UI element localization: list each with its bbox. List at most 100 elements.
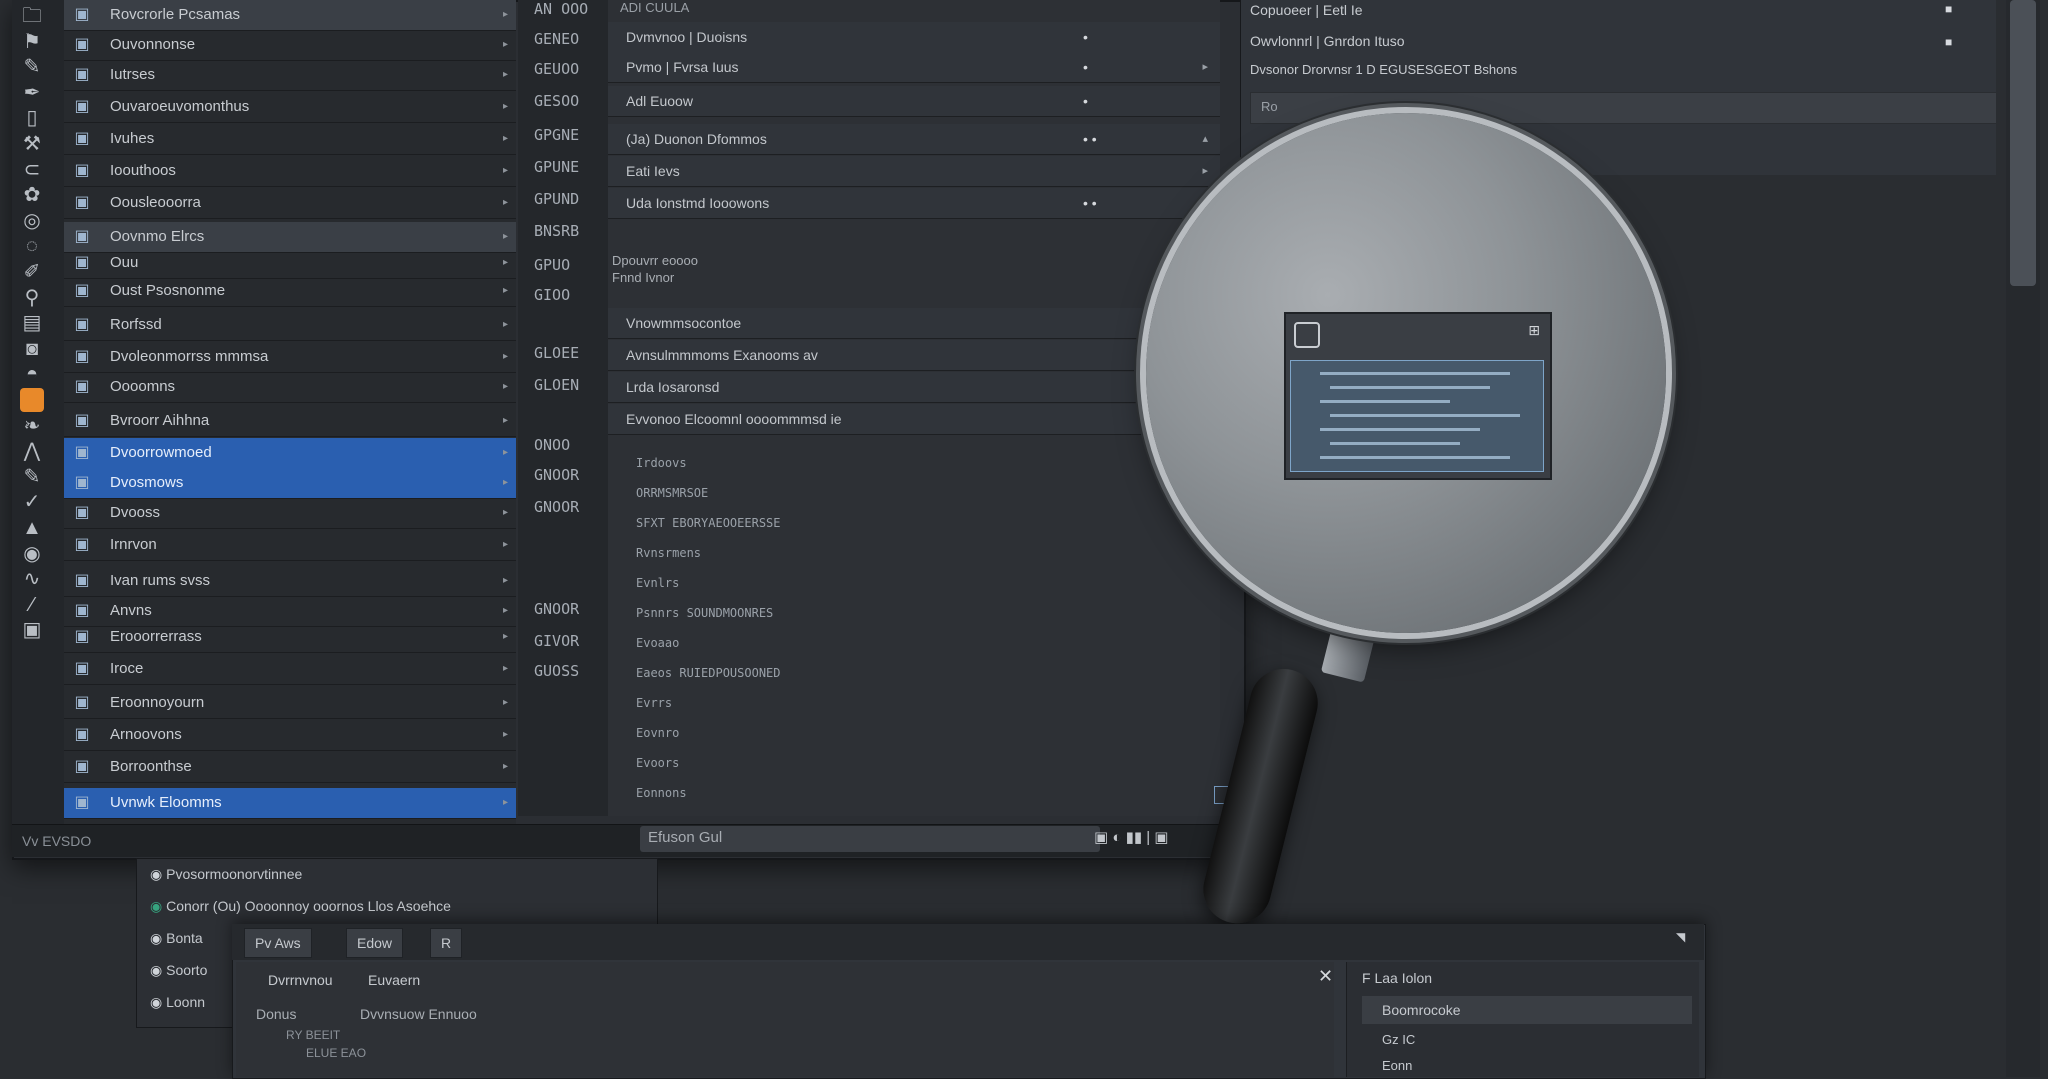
leaf-icon[interactable]: ❧ xyxy=(20,414,44,438)
status-search-field[interactable]: Efuson Gul xyxy=(640,826,1100,852)
chevron-icon[interactable]: ▸ xyxy=(503,752,508,782)
pin-icon[interactable]: ✎ xyxy=(20,55,44,79)
chevron-icon[interactable]: ▸ xyxy=(503,720,508,750)
tree-item[interactable]: ▣ Ivuhes ▸ xyxy=(64,124,516,155)
person-icon[interactable]: ⚲ xyxy=(20,286,44,310)
doc-icon[interactable]: ▯ xyxy=(20,106,44,130)
lower-left-row[interactable]: ◉ Pvosormoonorvtinnee xyxy=(150,866,302,883)
bottom-side-item[interactable]: Gz IC xyxy=(1382,1032,1415,1047)
lower-left-row[interactable]: ◉ Loonn xyxy=(150,994,205,1011)
tree-item[interactable]: ▣ Oust Psosnonme ▸ xyxy=(64,276,516,307)
image-icon[interactable]: ▣ xyxy=(20,618,44,642)
bottom-dialog-tab[interactable]: Edow xyxy=(346,928,404,958)
user-icon[interactable]: ◓ xyxy=(20,362,44,386)
chevron-icon[interactable]: ▸ xyxy=(503,30,508,60)
tree-item[interactable]: ▣ Eroonnoyourn ▸ xyxy=(64,688,516,719)
property-row[interactable]: Avnsulmmmoms Exanooms av xyxy=(608,340,1220,371)
bottom-dialog-close-icon[interactable]: ✕ xyxy=(1318,966,1333,987)
chevron-icon[interactable]: ▸ xyxy=(503,310,508,340)
property-row[interactable]: Adl Euoow • xyxy=(608,86,1220,117)
chevron-icon[interactable]: ▸ xyxy=(503,342,508,372)
database-icon[interactable]: ▤ xyxy=(20,311,44,335)
property-row[interactable]: Lrda Iosaronsd xyxy=(608,372,1220,403)
bottom-dialog-menu-icon[interactable]: ◥ xyxy=(1676,930,1685,944)
tree-item[interactable]: ▣ Ouu ▸ xyxy=(64,248,516,279)
orange-app-icon[interactable]: ● xyxy=(20,388,44,412)
tag-icon[interactable]: ⚑ xyxy=(20,30,44,54)
property-row[interactable]: Pvmo | Fvrsa Iuus • ▸ xyxy=(608,52,1220,83)
tree-item[interactable]: ▣ Dvoleonmorrss mmmsa ▸ xyxy=(64,342,516,373)
tree-item[interactable]: ▣ Borroonthse ▸ xyxy=(64,752,516,783)
circle-icon[interactable]: ◉ xyxy=(20,542,44,566)
tree-item[interactable]: ▣ Ouvonnonse ▸ xyxy=(64,30,516,61)
tree-item[interactable]: ▣ Rorfssd ▸ xyxy=(64,310,516,341)
tree-item[interactable]: ▣ Ouvaroeuvomonthus ▸ xyxy=(64,92,516,123)
pencil-icon[interactable]: ✎ xyxy=(20,465,44,489)
chevron-icon[interactable]: ▸ xyxy=(503,654,508,684)
tree-item[interactable]: ▣ Ioouthoos ▸ xyxy=(64,156,516,187)
tree-item[interactable]: ▣ Erooorrerrass ▸ xyxy=(64,622,516,653)
chevron-icon[interactable]: ▸ xyxy=(503,566,508,596)
tree-item[interactable]: ▣ Iroce ▸ xyxy=(64,654,516,685)
chevron-icon[interactable]: ▸ xyxy=(503,276,508,306)
globe-icon[interactable]: ◎ xyxy=(20,209,44,233)
property-expand-icon[interactable]: ▸ xyxy=(1202,52,1208,82)
property-row[interactable]: (Ja) Duonon Dfommos • • ▴ xyxy=(608,124,1220,155)
pen-icon[interactable]: ✒ xyxy=(20,81,44,105)
camera-icon[interactable]: ◙ xyxy=(20,337,44,361)
tree-item[interactable]: ▣ Uvnwk Eloomms ▸ xyxy=(64,788,516,819)
chevron-icon[interactable]: ▸ xyxy=(503,688,508,718)
chevron-icon[interactable]: ▸ xyxy=(503,438,508,468)
check-icon[interactable]: ✓ xyxy=(20,490,44,514)
bottom-side-selected-row[interactable]: Boomrocoke xyxy=(1362,996,1692,1024)
shape-icon[interactable]: ◌ xyxy=(20,234,44,258)
right-panel-row-1[interactable]: Copuoeer | Eetl Ie xyxy=(1250,2,1363,18)
chevron-icon[interactable]: ▸ xyxy=(503,60,508,90)
chevron-icon[interactable]: ▸ xyxy=(503,92,508,122)
arrow-icon[interactable]: ⋀ xyxy=(20,439,44,463)
property-row[interactable]: Vnowmmsocontoe xyxy=(608,308,1220,339)
chevron-icon[interactable]: ▸ xyxy=(503,468,508,498)
chevron-icon[interactable]: ▸ xyxy=(503,188,508,218)
tree-item[interactable]: ▣ Arnoovons ▸ xyxy=(64,720,516,751)
tree-item[interactable]: ▣ Oousleooorra ▸ xyxy=(64,188,516,219)
tree-item[interactable]: ▣ Dvoorrowmoed ▸ xyxy=(64,438,516,469)
tree-item[interactable]: ▣ Dvooss ▸ xyxy=(64,498,516,529)
chevron-icon[interactable]: ▸ xyxy=(503,0,508,30)
property-row[interactable]: Eati Ievs ▸ xyxy=(608,156,1220,187)
link-icon[interactable]: ⊂ xyxy=(20,158,44,182)
chevron-icon[interactable]: ▸ xyxy=(503,248,508,278)
right-panel-row-2[interactable]: Owvlonnrl | Gnrdon Ituso xyxy=(1250,33,1405,49)
chevron-icon[interactable]: ▸ xyxy=(503,372,508,402)
property-expand-icon[interactable]: ▴ xyxy=(1202,124,1208,154)
chevron-icon[interactable]: ▸ xyxy=(503,406,508,436)
lower-left-row[interactable]: ◉ Soorto xyxy=(150,962,207,979)
brush-icon[interactable]: ✐ xyxy=(20,260,44,284)
triangle-icon[interactable]: ▲ xyxy=(20,516,44,540)
chevron-icon[interactable]: ▸ xyxy=(503,622,508,652)
tree-item[interactable]: ▣ Ivan rums svss ▸ xyxy=(64,566,516,597)
bottom-side-item[interactable]: Eonn xyxy=(1382,1058,1412,1073)
property-row[interactable]: Dvmvnoo | Duoisns • xyxy=(608,22,1220,53)
line-icon[interactable]: ⁄ xyxy=(20,593,44,617)
tree-item[interactable]: ▣ Iutrses ▸ xyxy=(64,60,516,91)
lower-left-row[interactable]: ◉ Bonta xyxy=(150,930,203,947)
scrollbar-thumb[interactable] xyxy=(2010,0,2036,286)
chevron-icon[interactable]: ▸ xyxy=(503,156,508,186)
chevron-icon[interactable]: ▸ xyxy=(503,530,508,560)
folder-icon[interactable]: 🗀 xyxy=(20,4,44,28)
wave-icon[interactable]: ∿ xyxy=(20,567,44,591)
bottom-dialog-tab[interactable]: R xyxy=(430,928,463,958)
tree-item[interactable]: ▣ Bvroorr Aihhna ▸ xyxy=(64,406,516,437)
tree-item[interactable]: ▣ Oooomns ▸ xyxy=(64,372,516,403)
property-row[interactable]: Evvonoo Elcoomnl oooommmsd ie xyxy=(608,404,1220,435)
lower-left-row[interactable]: ◉ Conorr (Ou) Oooonnoy ooornos Llos Asoe… xyxy=(150,898,451,915)
chevron-icon[interactable]: ▸ xyxy=(503,788,508,818)
tree-item[interactable]: ▣ Irnrvon ▸ xyxy=(64,530,516,561)
tools-icon[interactable]: ⚒ xyxy=(20,132,44,156)
property-expand-icon[interactable]: ▸ xyxy=(1202,156,1208,186)
chevron-icon[interactable]: ▸ xyxy=(503,498,508,528)
tree-item[interactable]: ▣ Dvosmows ▸ xyxy=(64,468,516,499)
chevron-icon[interactable]: ▸ xyxy=(503,124,508,154)
status-controls[interactable]: ▣ ◐ ▮▮ | ▣ xyxy=(1094,828,1168,846)
